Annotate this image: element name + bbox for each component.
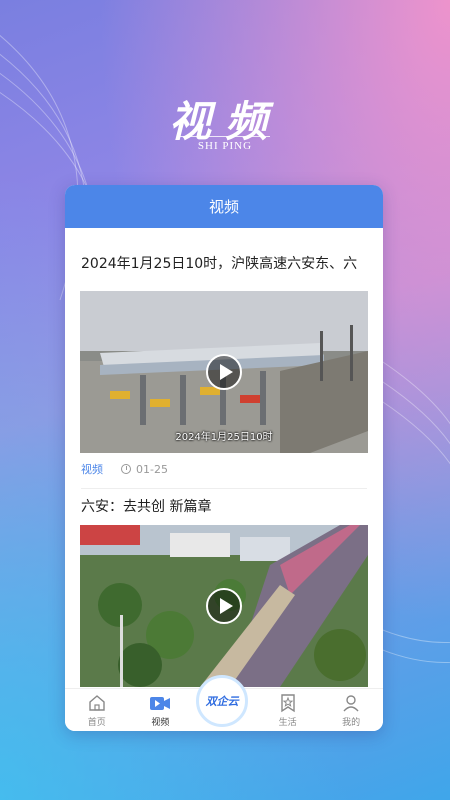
video-meta: 视频 01-25 [65, 458, 383, 480]
play-button[interactable] [206, 588, 242, 624]
video-card: 视频 2024年1月25日10时，沪陕高速六安东、六 2024年1月25日10时… [65, 185, 383, 731]
center-logo-button[interactable]: 双企云 [196, 675, 249, 727]
video-date: 01-25 [121, 463, 168, 476]
video-title[interactable]: 2024年1月25日10时，沪陕高速六安东、六 [65, 254, 383, 274]
tab-life[interactable]: 生活 [256, 689, 320, 731]
video-thumbnail[interactable]: 2024年1月25日10时 [80, 291, 368, 453]
video-feed[interactable]: 2024年1月25日10时，沪陕高速六安东、六 2024年1月25日10时 视频… [65, 228, 383, 688]
center-logo-label: 双企云 [205, 695, 239, 708]
bottom-tab-bar: 首页 视频 双企云 生活 我的 [65, 675, 383, 731]
date-text: 01-25 [136, 462, 168, 476]
video-thumbnail[interactable] [80, 525, 368, 687]
home-icon [89, 695, 105, 711]
card-header: 视频 [65, 185, 383, 228]
category-tag[interactable]: 视频 [81, 461, 103, 477]
tab-center[interactable]: 双企云 [192, 675, 256, 731]
tab-label: 生活 [278, 718, 297, 728]
tab-home[interactable]: 首页 [65, 689, 129, 731]
user-icon [343, 695, 359, 712]
tab-label: 首页 [87, 718, 106, 728]
tab-label: 视频 [151, 718, 170, 728]
play-button[interactable] [206, 354, 242, 390]
video-icon [150, 697, 171, 710]
tab-mine[interactable]: 我的 [319, 689, 383, 731]
clock-icon [121, 464, 131, 474]
tab-video[interactable]: 视频 [129, 689, 193, 731]
tab-label: 我的 [342, 718, 361, 728]
title-rule [180, 136, 270, 137]
bookmark-star-icon [280, 694, 295, 713]
video-caption: 2024年1月25日10时 [175, 432, 273, 443]
page-subtitle: SHI PING [197, 140, 253, 152]
card-title: 视频 [208, 198, 239, 216]
video-title[interactable]: 六安：去共创 新篇章 [65, 497, 383, 517]
